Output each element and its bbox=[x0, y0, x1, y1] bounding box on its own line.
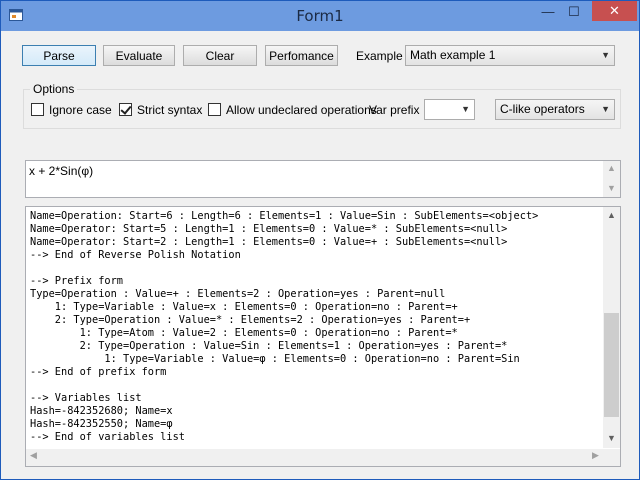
evaluate-button[interactable]: Evaluate bbox=[103, 45, 175, 66]
close-button[interactable]: ✕ bbox=[592, 1, 637, 21]
output-line: --> End of Reverse Polish Notation bbox=[30, 249, 241, 261]
output-vertical-scrollbar[interactable]: ▲ ▼ bbox=[603, 207, 620, 448]
expression-text[interactable]: x + 2*Sin(φ) bbox=[29, 164, 93, 178]
output-lines: Name=Operation: Start=6 : Length=6 : Ele… bbox=[30, 210, 600, 444]
output-line: 1: Type=Atom : Value=2 : Elements=0 : Op… bbox=[30, 327, 458, 339]
output-line: --> Variables list bbox=[30, 392, 142, 404]
performance-button[interactable]: Perfomance bbox=[265, 45, 338, 66]
output-line: Name=Operator: Start=2 : Length=1 : Elem… bbox=[30, 236, 508, 248]
var-prefix-label: Var prefix bbox=[369, 103, 420, 117]
scroll-up-icon[interactable]: ▲ bbox=[603, 163, 620, 173]
ignore-case-checkbox[interactable] bbox=[31, 103, 44, 116]
chevron-down-icon: ▼ bbox=[601, 50, 610, 60]
output-line: --> End of prefix form bbox=[30, 366, 167, 378]
output-line: Hash=-842352680; Name=x bbox=[30, 405, 173, 417]
input-scrollbar[interactable]: ▲ ▼ bbox=[603, 161, 620, 197]
output-line: --> End of variables list bbox=[30, 431, 185, 443]
options-groupbox: Options Ignore case Strict syntax Allow … bbox=[23, 82, 621, 129]
scroll-left-icon[interactable]: ◀ bbox=[30, 450, 37, 461]
allow-undeclared-checkbox[interactable] bbox=[208, 103, 221, 116]
example-select[interactable]: Math example 1 ▼ bbox=[405, 45, 615, 66]
output-line: Hash=-842352550; Name=φ bbox=[30, 418, 173, 430]
minimize-button[interactable]: — bbox=[535, 1, 561, 23]
parse-button[interactable]: Parse bbox=[22, 45, 96, 66]
options-legend: Options bbox=[30, 82, 78, 96]
clear-button[interactable]: Clear bbox=[183, 45, 257, 66]
scroll-right-icon[interactable]: ▶ bbox=[592, 450, 599, 461]
title-bar[interactable]: Form1 — ☐ ✕ bbox=[1, 1, 639, 31]
ignore-case-label: Ignore case bbox=[49, 103, 112, 117]
output-line: 2: Type=Operation : Value=Sin : Elements… bbox=[30, 340, 508, 352]
expression-input[interactable]: x + 2*Sin(φ) ▲ ▼ bbox=[25, 160, 621, 198]
output-line: Name=Operation: Start=6 : Length=6 : Ele… bbox=[30, 210, 539, 222]
output-line: 1: Type=Variable : Value=φ : Elements=0 … bbox=[30, 353, 520, 365]
output-horizontal-scrollbar[interactable]: ◀ ▶ bbox=[26, 449, 620, 466]
var-prefix-select[interactable]: ▼ bbox=[424, 99, 475, 120]
output-line: 1: Type=Variable : Value=x : Elements=0 … bbox=[30, 301, 458, 313]
chevron-down-icon: ▼ bbox=[601, 104, 610, 114]
form-client-area: Parse Evaluate Clear Perfomance Example … bbox=[9, 31, 631, 471]
output-line: --> Prefix form bbox=[30, 275, 123, 287]
scroll-down-icon[interactable]: ▼ bbox=[603, 433, 620, 443]
example-label: Example bbox=[356, 49, 403, 63]
scroll-down-icon[interactable]: ▼ bbox=[603, 183, 620, 193]
allow-undeclared-label: Allow undeclared operations bbox=[226, 103, 377, 117]
main-window: Form1 — ☐ ✕ Parse Evaluate Clear Perfoma… bbox=[0, 0, 640, 480]
output-line: Name=Operator: Start=5 : Length=1 : Elem… bbox=[30, 223, 508, 235]
output-line: 2: Type=Operation : Value=* : Elements=2… bbox=[30, 314, 471, 326]
chevron-down-icon: ▼ bbox=[461, 104, 470, 114]
output-line: Type=Operation : Value=+ : Elements=2 : … bbox=[30, 288, 446, 300]
vertical-scroll-thumb[interactable] bbox=[604, 313, 619, 417]
output-textbox[interactable]: Name=Operation: Start=6 : Length=6 : Ele… bbox=[25, 206, 621, 467]
strict-syntax-checkbox[interactable] bbox=[119, 103, 132, 116]
maximize-button[interactable]: ☐ bbox=[561, 1, 587, 23]
operators-select-value: C-like operators bbox=[500, 102, 585, 116]
scroll-up-icon[interactable]: ▲ bbox=[603, 210, 620, 220]
operators-select[interactable]: C-like operators ▼ bbox=[495, 99, 615, 120]
example-select-value: Math example 1 bbox=[410, 48, 496, 62]
strict-syntax-label: Strict syntax bbox=[137, 103, 203, 117]
